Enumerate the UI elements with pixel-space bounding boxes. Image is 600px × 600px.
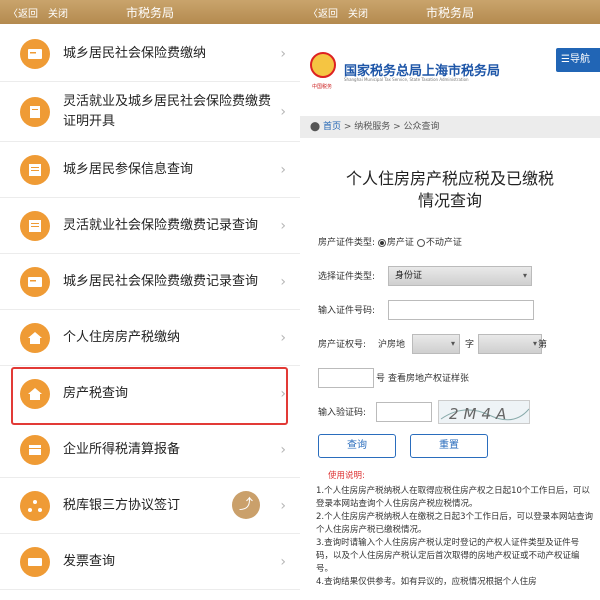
cert-type-label: 房产证件类型: xyxy=(318,238,376,248)
breadcrumb-sep: > xyxy=(390,122,404,132)
menu-item-label: 城乡居民社会保险费缴纳 xyxy=(63,45,207,61)
char-zi: 字 xyxy=(465,340,475,350)
network-icon xyxy=(20,490,50,521)
property-year-select[interactable] xyxy=(412,334,460,354)
chevron-right-icon: › xyxy=(280,273,286,290)
home-icon: ⬤ xyxy=(310,122,321,132)
chevron-right-icon: › xyxy=(280,441,286,458)
ledger-icon xyxy=(20,434,50,465)
topbar-title: 市税务局 xyxy=(425,6,474,20)
captcha-image[interactable]: 2M4A xyxy=(438,400,530,424)
right-topbar: 〈返回 关闭 市税务局 xyxy=(300,0,600,24)
chevron-right-icon: › xyxy=(280,103,286,120)
property-type-select[interactable] xyxy=(478,334,542,354)
id-number-label: 输入证件号码: xyxy=(318,306,376,316)
char-di: 第 xyxy=(538,340,548,350)
breadcrumb-mid[interactable]: 纳税服务 xyxy=(354,122,390,132)
menu-item-label: 城乡居民社会保险费缴费记录查询 xyxy=(63,273,259,289)
query-button[interactable]: 查询 xyxy=(318,434,396,458)
left-topbar: 〈返回 关闭 市税务局 xyxy=(0,0,300,24)
reset-button[interactable]: 重置 xyxy=(410,434,488,458)
house-icon xyxy=(20,322,50,353)
sample-link[interactable]: 查看房地产权证样张 xyxy=(388,368,469,390)
list-icon xyxy=(20,154,50,185)
note-item: 4.查询结果仅供参考。如有异议的，应税情况根据个人住房 xyxy=(316,577,537,587)
usage-notes: 使用说明: 1.个人住房房产税纳税人在取得应税住房产权之日起10个工作日后，可以… xyxy=(316,470,594,589)
right-screen: 〈返回 关闭 市税务局 国家税务总局上海市税务局 Shanghai Munici… xyxy=(300,0,600,600)
menu-item-label: 发票查询 xyxy=(63,553,116,569)
chevron-right-icon: › xyxy=(280,329,286,346)
id-type-label: 选择证件类型: xyxy=(318,272,376,282)
left-screen: 〈返回 关闭 市税务局 城乡居民社会保险费缴纳 › 灵活就业及城乡居民社会保险费缴费… xyxy=(0,0,300,600)
brand-small: 中国税务 xyxy=(312,84,333,90)
emblem-icon xyxy=(310,52,336,78)
chevron-right-icon: › xyxy=(280,217,286,234)
prefix-text: 沪房地 xyxy=(378,340,406,350)
site-subtitle: Shanghai Municipal Tax Service, State Ta… xyxy=(344,77,469,82)
menu-item-label: 个人住房房产税缴纳 xyxy=(63,329,181,345)
menu-item[interactable]: 发票查询 › xyxy=(0,534,300,590)
site-header: 国家税务总局上海市税务局 Shanghai Municipal Tax Serv… xyxy=(300,46,600,90)
notes-list: 1.个人住房房产税纳税人在取得应税住房产权之日起10个工作日后，可以登录本网站查… xyxy=(316,485,594,589)
breadcrumb-current: 公众查询 xyxy=(403,122,440,132)
menu-item-label: 城乡居民参保信息查询 xyxy=(63,161,194,177)
menu-item-label: 企业所得税清算报备 xyxy=(63,441,181,457)
cert-type-row: 房产证件类型: 房产证 不动产证 xyxy=(318,232,462,254)
menu-item[interactable]: 个人住房房产税缴纳 › xyxy=(0,310,300,366)
captcha-graphic: 2M4A xyxy=(440,405,529,423)
house-icon xyxy=(20,379,50,409)
chevron-right-icon: › xyxy=(280,497,286,514)
chevron-right-icon: › xyxy=(280,45,286,62)
captcha-text: 2M4A xyxy=(449,405,511,423)
radio-house-cert[interactable] xyxy=(377,238,386,247)
chevron-right-icon: › xyxy=(280,553,286,570)
captcha-input[interactable] xyxy=(376,402,432,422)
property-no-label: 房产证权号: xyxy=(318,340,367,350)
ticket-icon xyxy=(20,546,50,577)
radio-realestate-cert-label: 不动产证 xyxy=(425,238,462,248)
list-icon xyxy=(20,210,50,241)
chevron-right-icon: › xyxy=(280,386,286,402)
captcha-label: 输入验证码: xyxy=(318,408,367,418)
card-icon xyxy=(20,38,50,69)
breadcrumb-sep: > xyxy=(340,122,355,132)
note-item: 3.查询时请输入个人住房房产税认定时登记的产权人证件类型及证件号码，以及个人住房… xyxy=(316,538,580,574)
menu-item-label: 房产税查询 xyxy=(63,386,129,401)
menu-item[interactable]: 灵活就业社会保险费缴费记录查询 › xyxy=(0,198,300,254)
menu-item-label: 灵活就业社会保险费缴费记录查询 xyxy=(63,217,259,233)
topbar-title: 市税务局 xyxy=(125,6,174,20)
nav-button[interactable]: ☰导航 xyxy=(556,48,600,72)
id-number-input[interactable] xyxy=(388,300,534,320)
document-icon xyxy=(20,96,50,127)
share-icon[interactable]: ⤴ xyxy=(232,491,260,519)
page-title: 个人住房房产税应税及已缴税情况查询 xyxy=(345,169,554,210)
notes-heading: 使用说明: xyxy=(328,471,365,481)
card-icon xyxy=(20,266,50,297)
menu-item[interactable]: 城乡居民社会保险费缴费记录查询 › xyxy=(0,254,300,310)
num-suffix: 号 xyxy=(376,374,386,384)
radio-realestate-cert[interactable] xyxy=(416,238,425,247)
radio-house-cert-label: 房产证 xyxy=(386,238,414,248)
id-type-select[interactable]: 身份证 xyxy=(388,266,532,286)
chevron-right-icon: › xyxy=(280,161,286,178)
menu-item[interactable]: 房产税查询 › xyxy=(0,366,300,422)
breadcrumb: ⬤ 首页 > 纳税服务 > 公众查询 xyxy=(300,116,600,138)
menu-item[interactable]: 企业所得税清算报备 › xyxy=(0,422,300,478)
property-number-input[interactable] xyxy=(318,368,374,388)
menu-item[interactable]: 城乡居民参保信息查询 › xyxy=(0,142,300,198)
breadcrumb-home[interactable]: 首页 xyxy=(323,122,341,132)
menu-item[interactable]: 城乡居民社会保险费缴纳 › xyxy=(0,26,300,82)
note-item: 1.个人住房房产税纳税人在取得应税住房产权之日起10个工作日后，可以登录本网站查… xyxy=(316,486,590,509)
menu-item-label: 灵活就业及城乡居民社会保险费缴费证明开具 xyxy=(63,93,272,129)
menu-item[interactable]: 灵活就业及城乡居民社会保险费缴费证明开具 › xyxy=(0,82,300,142)
note-item: 2.个人住房房产税纳税人在缴税之日起3个工作日后，可以登录本网站查询个人住房房产… xyxy=(316,512,594,535)
